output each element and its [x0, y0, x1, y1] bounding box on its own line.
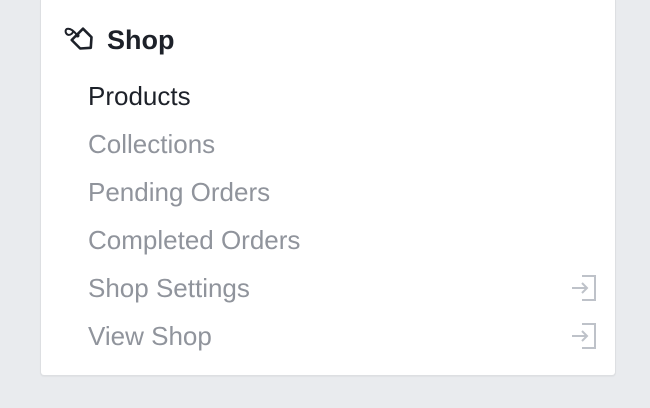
menu-item-completed-orders[interactable]: Completed Orders: [88, 216, 598, 264]
open-external-icon[interactable]: [570, 273, 598, 303]
menu-item-label: Completed Orders: [88, 224, 301, 255]
menu-item-shop-settings[interactable]: Shop Settings: [88, 264, 598, 312]
menu-item-label: Shop Settings: [88, 272, 250, 303]
menu-item-label: Products: [88, 80, 191, 111]
menu-item-view-shop[interactable]: View Shop: [88, 312, 598, 360]
shop-menu: Products Collections Pending Orders Comp…: [88, 72, 598, 360]
section-title: Shop: [107, 24, 175, 55]
menu-item-pending-orders[interactable]: Pending Orders: [88, 168, 598, 216]
menu-item-label: View Shop: [88, 320, 212, 351]
shop-header: Shop: [61, 20, 175, 60]
open-external-icon[interactable]: [570, 321, 598, 351]
menu-item-label: Collections: [88, 128, 216, 159]
menu-item-label: Pending Orders: [88, 176, 271, 207]
menu-item-collections[interactable]: Collections: [88, 120, 598, 168]
price-tag-icon: [61, 22, 97, 58]
menu-item-products[interactable]: Products: [88, 72, 598, 120]
shop-panel: Shop Products Collections Pending Orders…: [40, 0, 616, 376]
